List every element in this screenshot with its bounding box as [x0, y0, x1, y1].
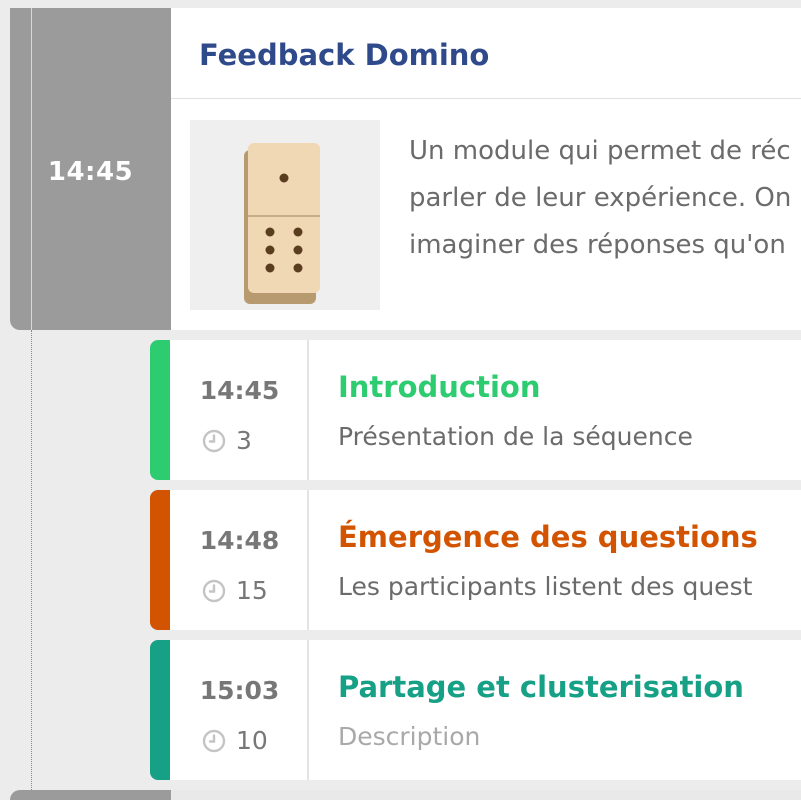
timeline-line — [31, 8, 32, 330]
sequence-card[interactable]: 14:48 15 Émergence des questions Les par… — [150, 490, 801, 630]
sequence-title[interactable]: Émergence des questions — [338, 520, 758, 554]
sequence-main: Partage et clusterisation Description — [309, 640, 801, 780]
sequence-duration: 15 — [202, 576, 268, 605]
sequence-start-time: 14:45 — [199, 376, 280, 405]
sequence-time-column: 14:45 3 — [170, 340, 309, 480]
sequence-card[interactable]: 14:45 3 Introduction Présentation de la … — [150, 340, 801, 480]
sequence-description: Présentation de la séquence — [338, 422, 693, 451]
sequence-color-bar — [150, 340, 170, 480]
sequence-duration-value: 3 — [236, 426, 252, 455]
sequence-start-time: 14:48 — [199, 526, 280, 555]
clock-icon — [202, 429, 226, 452]
sequence-duration-value: 10 — [236, 726, 268, 755]
module-thumbnail — [190, 120, 380, 310]
sequence-title[interactable]: Introduction — [338, 370, 541, 404]
sequence-description: Description — [338, 722, 481, 751]
sequence-start-time: 15:03 — [199, 676, 280, 705]
sequence-duration-value: 15 — [236, 576, 268, 605]
next-module-edge — [10, 790, 801, 800]
sequence-color-bar — [150, 640, 170, 780]
sequence-main: Émergence des questions Les participants… — [309, 490, 801, 630]
sequence-duration: 10 — [202, 726, 268, 755]
module-description-line: imaginer des réponses qu'on — [409, 230, 786, 260]
clock-icon — [202, 579, 226, 602]
module-start-time: 14:45 — [47, 157, 134, 187]
sequence-color-bar — [150, 490, 170, 630]
module-description-line: parler de leur expérience. On — [409, 183, 792, 213]
clock-icon — [202, 729, 226, 752]
sequence-card[interactable]: 15:03 10 Partage et clusterisation Descr… — [150, 640, 801, 780]
next-module-time-column — [10, 790, 171, 800]
sequence-time-column: 15:03 10 — [170, 640, 309, 780]
sequence-main: Introduction Présentation de la séquence — [309, 340, 801, 480]
sequence-time-column: 14:48 15 — [170, 490, 309, 630]
sequence-title[interactable]: Partage et clusterisation — [338, 670, 744, 704]
module-card: 14:45 Feedback Domino Un module qui perm… — [10, 8, 801, 330]
module-divider — [171, 98, 801, 99]
next-module-body — [171, 790, 801, 800]
module-body: Feedback Domino Un module qui permet de … — [171, 8, 801, 330]
module-time-column: 14:45 — [10, 8, 171, 330]
module-description: Un module qui permet de réc parler de le… — [409, 128, 801, 269]
timeline-guide — [31, 330, 32, 800]
sequence-description: Les participants listent des quest — [338, 572, 753, 601]
module-description-line: Un module qui permet de réc — [409, 136, 791, 166]
module-title[interactable]: Feedback Domino — [199, 38, 489, 72]
sequence-duration: 3 — [202, 426, 252, 455]
domino-icon — [244, 143, 320, 304]
